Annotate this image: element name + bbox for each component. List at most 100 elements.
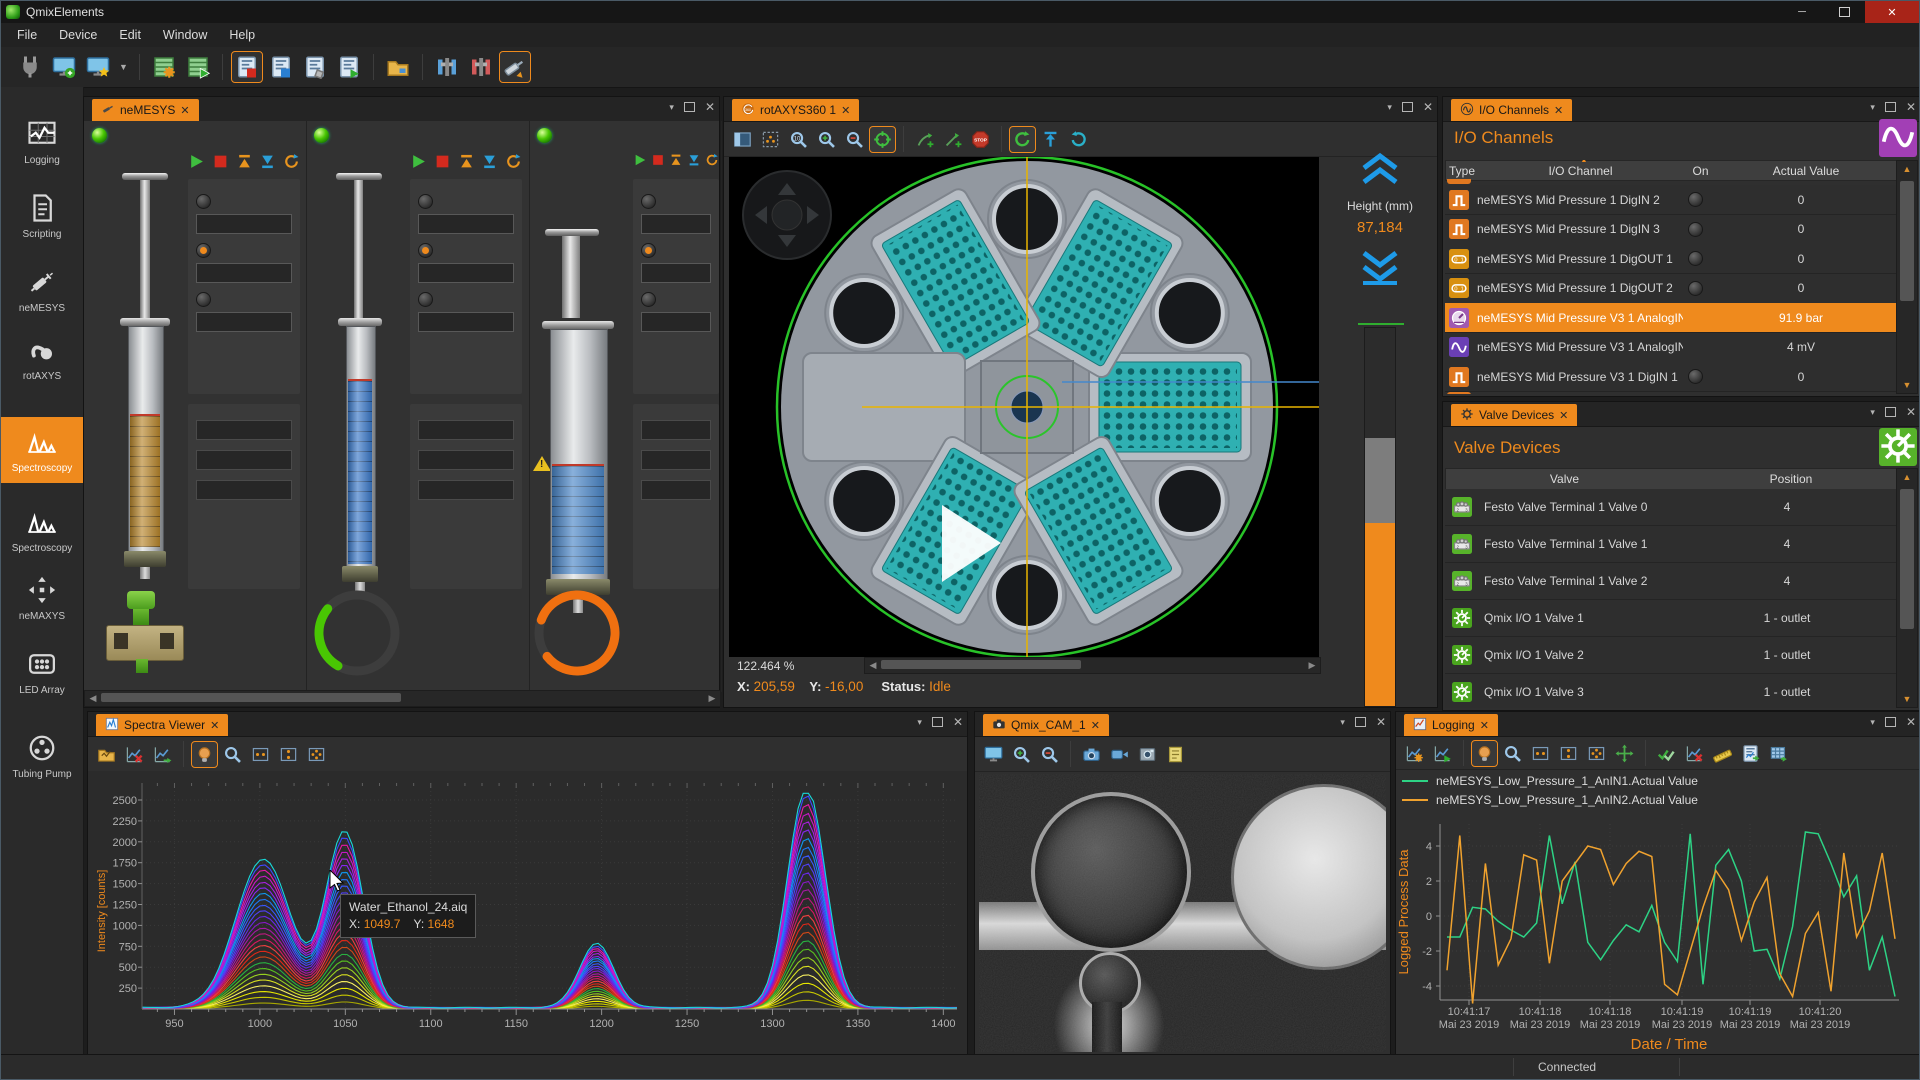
calibrate-icon[interactable] [505, 153, 522, 170]
close-icon[interactable]: ✕ [953, 715, 963, 729]
open-icon[interactable] [94, 742, 119, 767]
minimize-button[interactable]: ─ [1781, 1, 1823, 23]
panel-menu-icon[interactable]: ▾ [917, 717, 922, 728]
tab-io-channels[interactable]: I/O Channels✕ [1451, 99, 1572, 121]
ruler-icon[interactable] [1710, 741, 1735, 766]
float-icon[interactable] [1885, 717, 1896, 727]
flow-target-field[interactable] [196, 263, 292, 283]
float-icon[interactable] [932, 717, 943, 727]
stop-pump-icon[interactable] [434, 153, 451, 170]
io-channel-row[interactable]: neMESYS Mid Pressure V3 1 DigIN 10 [1445, 362, 1896, 392]
bulb-icon[interactable] [1472, 741, 1497, 766]
level-radio[interactable] [418, 292, 433, 307]
panel-menu-icon[interactable]: ▾ [1340, 717, 1345, 728]
close-button[interactable]: ✕ [1865, 1, 1919, 23]
bulb-icon[interactable] [192, 742, 217, 767]
close-icon[interactable]: ✕ [1906, 100, 1916, 114]
close-icon[interactable]: ✕ [180, 104, 189, 117]
rotate-icon[interactable] [1010, 127, 1035, 152]
fit-all-icon[interactable] [304, 742, 329, 767]
sidebar-item-scripting[interactable]: Scripting [1, 183, 83, 249]
close-icon[interactable]: ✕ [1480, 719, 1489, 732]
height-slider-thumb[interactable] [1365, 438, 1395, 523]
logging-chart[interactable]: 420-2-410:41:17Mai 23 201910:41:18Mai 23… [1396, 810, 1920, 1056]
panel-menu-icon[interactable]: ▾ [669, 102, 674, 113]
refill-icon[interactable] [458, 153, 475, 170]
volume-target-field[interactable] [196, 214, 292, 234]
close-icon[interactable]: ✕ [1554, 104, 1563, 117]
menu-window[interactable]: Window [153, 25, 217, 45]
flow-target-field[interactable] [418, 263, 514, 283]
float-icon[interactable] [1885, 407, 1896, 417]
close-icon[interactable]: ✕ [1559, 409, 1568, 422]
close-icon[interactable]: ✕ [1906, 405, 1916, 419]
check-icon[interactable] [1654, 741, 1679, 766]
pump-red-icon[interactable] [466, 52, 496, 82]
menu-device[interactable]: Device [49, 25, 107, 45]
valve-row[interactable]: Qmix I/O 1 Valve 21 - outlet [1445, 637, 1896, 674]
level-target-field[interactable] [418, 312, 514, 332]
io-table-header[interactable]: TypeI/O Channel▲OnActual Value [1445, 160, 1896, 181]
menu-help[interactable]: Help [219, 25, 265, 45]
float-icon[interactable] [1355, 717, 1366, 727]
valve-v-scrollbar[interactable]: ▲▼ [1896, 468, 1918, 708]
io-v-scrollbar[interactable]: ▲▼ [1896, 160, 1918, 394]
close-icon[interactable]: ✕ [1091, 719, 1100, 732]
start-pump-icon[interactable] [188, 153, 205, 170]
move-pos2-icon[interactable] [940, 127, 965, 152]
h-scrollbar[interactable]: ◀ ▶ [84, 690, 721, 707]
notes-icon[interactable] [1163, 742, 1188, 767]
close-icon[interactable]: ✕ [210, 719, 219, 732]
close-icon[interactable]: ✕ [1376, 715, 1386, 729]
monitor-star-icon[interactable] [83, 52, 113, 82]
chart-gear-icon[interactable] [1402, 741, 1427, 766]
chart-export-icon[interactable] [150, 742, 175, 767]
log-edit-icon[interactable] [300, 52, 330, 82]
panel-menu-icon[interactable]: ▾ [1870, 717, 1875, 728]
tab-nemesys[interactable]: neMESYS✕ [92, 99, 199, 121]
valve-row[interactable]: 23Festo Valve Terminal 1 Valve 14 [1445, 526, 1896, 563]
on-switch[interactable] [1688, 222, 1703, 237]
height-slider[interactable] [1364, 327, 1396, 707]
close-icon[interactable]: ✕ [1423, 100, 1433, 114]
actual-volume-field[interactable] [418, 420, 514, 440]
valve-table-header[interactable]: ValvePosition [1445, 468, 1896, 490]
script-play-icon[interactable] [183, 52, 213, 82]
script-gear-icon[interactable] [149, 52, 179, 82]
actual-volume-field[interactable] [196, 420, 292, 440]
export-img-icon[interactable] [1738, 741, 1763, 766]
close-icon[interactable]: ✕ [705, 100, 715, 114]
actual-flow-field[interactable] [196, 450, 292, 470]
io-channel-row[interactable]: neMESYS Mid Pressure 1 DigIN 20 [1445, 185, 1896, 215]
chart-play-icon[interactable] [1430, 741, 1455, 766]
empty-icon[interactable] [687, 153, 701, 167]
stop-icon[interactable]: STOP [968, 127, 993, 152]
tab-spectra-viewer[interactable]: Spectra Viewer✕ [96, 714, 228, 736]
float-icon[interactable] [684, 102, 695, 112]
log-blue-icon[interactable] [266, 52, 296, 82]
zoom-in-icon[interactable] [814, 127, 839, 152]
export-tbl-icon[interactable] [1766, 741, 1791, 766]
flow-radio[interactable] [641, 243, 656, 258]
sidebar-item-led-array[interactable]: LED Array [1, 639, 83, 705]
actual-flow-field[interactable] [641, 450, 711, 470]
spectra-chart[interactable]: 9501000105011001150120012501300135014002… [88, 771, 967, 1056]
chart-delete-icon[interactable] [122, 742, 147, 767]
sidebar-item-spectroscopy[interactable]: Spectroscopy [1, 417, 83, 483]
actual-volume-field[interactable] [641, 420, 711, 440]
level-radio[interactable] [196, 292, 211, 307]
sidebar-item-logging[interactable]: Logging [1, 109, 83, 175]
rotaxys-camera-view[interactable] [729, 157, 1319, 657]
io-channel-row[interactable]: neMESYS Mid Pressure 1 DigIN 30 [1445, 215, 1896, 245]
zoom-blue-icon[interactable] [1500, 741, 1525, 766]
monitor-add-icon[interactable] [49, 52, 79, 82]
log-play-icon[interactable] [334, 52, 364, 82]
dots-frame-icon[interactable] [758, 127, 783, 152]
camera-icon[interactable] [1079, 742, 1104, 767]
valve-row[interactable]: 23Festo Valve Terminal 1 Valve 04 [1445, 489, 1896, 526]
move-down-icon[interactable] [1360, 249, 1400, 290]
fit-w-icon[interactable] [248, 742, 273, 767]
pump-blue-icon[interactable] [432, 52, 462, 82]
stop-pump-icon[interactable] [651, 153, 665, 167]
zoom-10-icon[interactable]: 10 [786, 127, 811, 152]
